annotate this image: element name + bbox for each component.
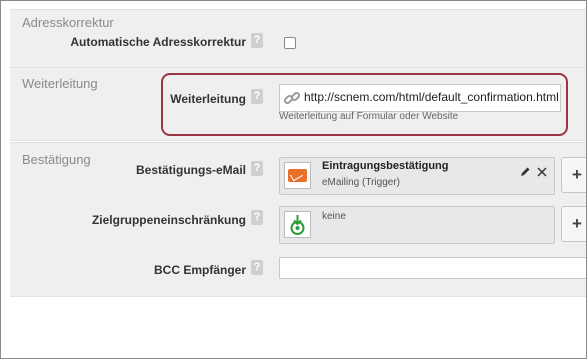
section-title-bestaetigung: Bestätigung	[22, 152, 91, 167]
confirmation-email-title: Eintragungsbestätigung	[322, 160, 449, 172]
section-adresskorrektur: Adresskorrektur Automatische Adresskorre…	[10, 9, 586, 68]
target-group-value: keine	[322, 211, 346, 222]
settings-panel: Adresskorrektur Automatische Adresskorre…	[0, 0, 587, 359]
confirmation-email-label: Bestätigungs-eMail	[135, 163, 246, 177]
help-icon[interactable]: ?	[251, 161, 263, 176]
confirmation-email-card[interactable]: Eintragungsbestätigung eMailing (Trigger…	[279, 157, 555, 195]
section-title-weiterleitung: Weiterleitung	[22, 76, 98, 91]
confirmation-email-subtitle: eMailing (Trigger)	[322, 177, 400, 188]
add-target-group-button[interactable]: +	[561, 206, 586, 242]
help-icon[interactable]: ?	[251, 260, 263, 275]
pencil-icon[interactable]	[519, 166, 531, 178]
section-bestaetigung: Bestätigung Bestätigungs-eMail ? Eintrag…	[10, 142, 586, 297]
auto-address-correction-checkbox[interactable]	[284, 37, 296, 49]
target-group-card[interactable]: keine	[279, 206, 555, 244]
bcc-recipient-label: BCC Empfänger	[153, 263, 246, 277]
emailing-icon	[284, 162, 311, 189]
redirect-highlight	[161, 73, 568, 136]
section-title-adresskorrektur: Adresskorrektur	[22, 15, 114, 30]
help-icon[interactable]: ?	[251, 33, 263, 48]
target-group-restriction-label: Zielgruppeneinschränkung	[91, 213, 246, 227]
close-icon[interactable]	[536, 166, 548, 178]
target-group-icon	[284, 211, 311, 238]
auto-address-correction-label: Automatische Adresskorrektur	[70, 35, 246, 49]
bcc-recipient-input[interactable]	[279, 257, 586, 279]
add-confirmation-email-button[interactable]: +	[561, 157, 586, 193]
help-icon[interactable]: ?	[251, 210, 263, 225]
